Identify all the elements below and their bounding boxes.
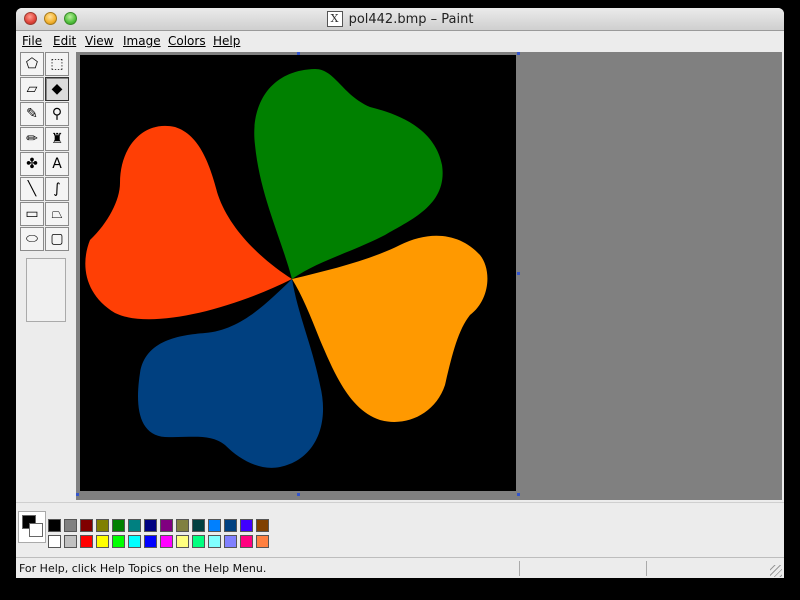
resize-handle-top-right[interactable]: [517, 52, 520, 55]
menu-help[interactable]: Help: [213, 34, 240, 48]
rect-select-tool[interactable]: ⬚: [45, 52, 69, 76]
palette-swatch[interactable]: [160, 535, 173, 548]
palette-swatch[interactable]: [48, 519, 61, 532]
text-tool[interactable]: A: [45, 152, 69, 176]
palette-swatch[interactable]: [64, 519, 77, 532]
line-icon: ╲: [27, 181, 37, 197]
x11-app-icon: X: [326, 11, 343, 27]
palette-swatch[interactable]: [112, 519, 125, 532]
ellipse-icon: ⬭: [26, 231, 38, 247]
palette-swatch[interactable]: [80, 519, 93, 532]
paint-window: X pol442.bmp – Paint File Edit View Imag…: [16, 8, 784, 578]
palette-swatch[interactable]: [176, 535, 189, 548]
fill-bucket-tool[interactable]: ◆: [45, 77, 69, 101]
palette-swatch[interactable]: [144, 519, 157, 532]
tool-options-panel[interactable]: [26, 258, 66, 322]
resize-grip[interactable]: [770, 565, 782, 577]
palette-swatch[interactable]: [192, 519, 205, 532]
menu-colors[interactable]: Colors: [168, 34, 206, 48]
window-title: pol442.bmp – Paint: [348, 11, 474, 27]
drawing-canvas[interactable]: [80, 55, 516, 491]
palette-swatch[interactable]: [208, 535, 221, 548]
curve-icon: ∫: [53, 181, 61, 197]
palette-swatch[interactable]: [240, 519, 253, 532]
fill-bucket-icon: ◆: [51, 81, 63, 97]
rect-select-icon: ⬚: [50, 56, 64, 72]
pencil-icon: ✏: [26, 131, 38, 147]
toolbox: ⬠ ⬚ ▱ ◆ ✎ ⚲ ✏ ♜ ✤ A ╲ ∫ ▭ ⏢ ⬭ ▢: [18, 52, 74, 502]
menu-edit[interactable]: Edit: [53, 34, 76, 48]
palette-swatch[interactable]: [96, 519, 109, 532]
pencil-tool[interactable]: ✏: [20, 127, 44, 151]
color-picker-icon: ✎: [26, 106, 38, 122]
color-box: [16, 502, 784, 558]
status-help-text: For Help, click Help Topics on the Help …: [19, 562, 267, 575]
palette-swatch[interactable]: [64, 535, 77, 548]
rectangle-tool[interactable]: ▭: [20, 202, 44, 226]
ellipse-tool[interactable]: ⬭: [20, 227, 44, 251]
magnifier-tool[interactable]: ⚲: [45, 102, 69, 126]
palette-swatch[interactable]: [208, 519, 221, 532]
rounded-rect-tool[interactable]: ▢: [45, 227, 69, 251]
polygon-tool[interactable]: ⏢: [45, 202, 69, 226]
color-picker-tool[interactable]: ✎: [20, 102, 44, 126]
eraser-icon: ▱: [26, 81, 38, 97]
magnifier-icon: ⚲: [51, 106, 63, 122]
rectangle-icon: ▭: [25, 206, 39, 222]
menu-image[interactable]: Image: [123, 34, 161, 48]
palette-swatch[interactable]: [160, 519, 173, 532]
palette-swatch[interactable]: [112, 535, 125, 548]
palette-swatch[interactable]: [128, 519, 141, 532]
menu-file[interactable]: File: [22, 34, 42, 48]
resize-handle-bottom-right[interactable]: [517, 493, 520, 496]
line-tool[interactable]: ╲: [20, 177, 44, 201]
palette-swatch[interactable]: [256, 535, 269, 548]
current-colors[interactable]: [18, 511, 46, 543]
status-divider: [519, 561, 520, 576]
status-bar: For Help, click Help Topics on the Help …: [16, 557, 784, 578]
palette-swatch[interactable]: [128, 535, 141, 548]
resize-handle-right[interactable]: [517, 272, 520, 275]
palette-swatch[interactable]: [96, 535, 109, 548]
free-form-select-tool[interactable]: ⬠: [20, 52, 44, 76]
palette-swatch[interactable]: [256, 519, 269, 532]
background-color-swatch[interactable]: [29, 523, 43, 537]
status-divider: [646, 561, 647, 576]
title-bar[interactable]: X pol442.bmp – Paint: [16, 8, 784, 31]
palette-swatch[interactable]: [192, 535, 205, 548]
resize-handle-top[interactable]: [297, 52, 300, 55]
free-form-select-icon: ⬠: [25, 56, 39, 72]
text-icon: A: [52, 156, 62, 172]
menu-view[interactable]: View: [85, 34, 113, 48]
window-title-group: X pol442.bmp – Paint: [16, 8, 784, 30]
eraser-tool[interactable]: ▱: [20, 77, 44, 101]
airbrush-tool[interactable]: ✤: [20, 152, 44, 176]
curve-tool[interactable]: ∫: [45, 177, 69, 201]
palette-swatch[interactable]: [176, 519, 189, 532]
airbrush-icon: ✤: [26, 156, 38, 172]
resize-handle-bottom-left[interactable]: [76, 493, 79, 496]
resize-handle-bottom[interactable]: [297, 493, 300, 496]
canvas-scroll-area: [76, 52, 782, 500]
canvas-svg: [85, 69, 488, 468]
brush-tool[interactable]: ♜: [45, 127, 69, 151]
polygon-icon: ⏢: [51, 206, 63, 222]
palette-swatch[interactable]: [224, 535, 237, 548]
brush-icon: ♜: [50, 131, 64, 147]
palette-swatch[interactable]: [144, 535, 157, 548]
rounded-rect-icon: ▢: [50, 231, 64, 247]
palette-swatch[interactable]: [224, 519, 237, 532]
palette-swatch[interactable]: [48, 535, 61, 548]
palette-swatch[interactable]: [80, 535, 93, 548]
palette-swatch[interactable]: [240, 535, 253, 548]
menu-bar: File Edit View Image Colors Help: [16, 31, 784, 51]
